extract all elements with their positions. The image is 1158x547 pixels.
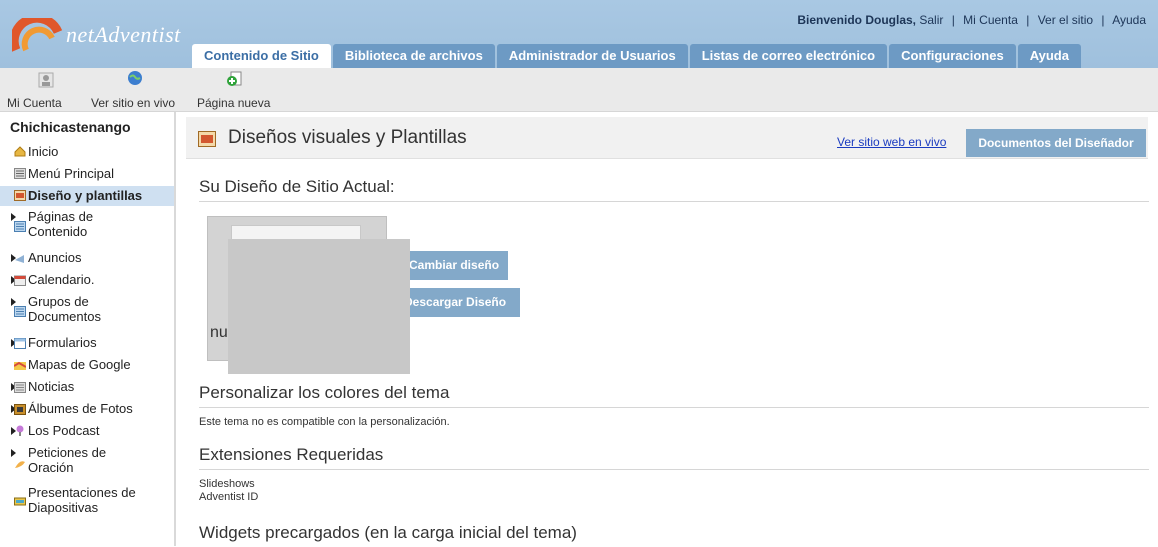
megaphone-icon	[15, 255, 24, 263]
my-account-link[interactable]: Mi Cuenta	[963, 13, 1018, 27]
sidebar-item-prayer-requests[interactable]: Peticiones de Oración	[0, 445, 174, 479]
user-bar: Bienvenido Douglas, Salir | Mi Cuenta | …	[797, 13, 1146, 27]
menu-icon	[14, 168, 26, 179]
tab-help[interactable]: Ayuda	[1017, 44, 1081, 68]
new-page-button[interactable]: Página nueva	[196, 68, 286, 112]
podcast-icon	[16, 425, 24, 436]
logo-arc-icon	[12, 18, 63, 52]
my-account-button[interactable]: Mi Cuenta	[0, 68, 88, 112]
sidebar-item-label: Álbumes de Fotos	[28, 401, 133, 416]
main-content: Diseños visuales y Plantillas Ver sitio …	[186, 112, 1158, 546]
customize-colors-heading: Personalizar los colores del tema	[199, 383, 1149, 408]
current-design-heading: Su Diseño de Sitio Actual:	[199, 177, 1149, 202]
tab-site-content[interactable]: Contenido de Sitio	[192, 44, 331, 68]
required-extensions-heading: Extensiones Requeridas	[199, 445, 1149, 470]
sidebar-item-slideshows[interactable]: Presentaciones de Diapositivas	[0, 485, 174, 519]
sidebar-item-label-line1: Páginas de	[28, 209, 94, 224]
designer-documents-button[interactable]: Documentos del Diseñador	[966, 129, 1146, 157]
sidebar-item-content-pages[interactable]: Páginas de Contenido	[0, 209, 174, 243]
forms-icon	[14, 338, 26, 349]
redacted-overlay	[228, 239, 410, 374]
sidebar-item-label-line2: Diapositivas	[28, 500, 99, 515]
sidebar-item-design[interactable]: Diseño y plantillas	[0, 186, 174, 206]
sidebar-item-document-groups[interactable]: Grupos de Documentos	[0, 294, 174, 328]
sidebar-item-label: Los Podcast	[28, 423, 100, 438]
view-live-button[interactable]: Ver sitio en vivo	[88, 68, 184, 112]
view-site-link[interactable]: Ver el sitio	[1038, 13, 1093, 27]
separator: |	[1101, 13, 1105, 27]
sidebar-item-podcasts[interactable]: Los Podcast	[0, 421, 174, 441]
toolbar: Mi Cuenta Ver sitio en vivo Página nueva	[0, 68, 1158, 112]
sidebar-item-label: Inicio	[28, 144, 59, 159]
sidebar-item-main-menu[interactable]: Menú Principal	[0, 164, 174, 184]
home-icon	[14, 146, 26, 157]
sidebar-item-label: Noticias	[28, 379, 75, 394]
my-account-label: Mi Cuenta	[7, 96, 62, 110]
tab-user-admin[interactable]: Administrador de Usuarios	[496, 44, 688, 68]
sidebar-item-news[interactable]: Noticias	[0, 377, 174, 397]
separator: |	[951, 13, 955, 27]
download-design-button[interactable]: Descargar Diseño	[402, 288, 520, 317]
tab-file-library[interactable]: Biblioteca de archivos	[332, 44, 495, 68]
page-title: Diseños visuales y Plantillas	[228, 127, 467, 148]
logo-text: netAdventist	[66, 22, 181, 47]
top-bar: netAdventist Bienvenido Douglas, Salir |…	[0, 0, 1158, 68]
calendar-icon	[14, 275, 26, 286]
photo-album-icon	[14, 404, 26, 415]
expand-arrow-icon[interactable]	[11, 449, 16, 457]
sidebar-item-announcements[interactable]: Anuncios	[0, 248, 174, 268]
customize-note: Este tema no es compatible con la person…	[199, 416, 450, 428]
separator: |	[1026, 13, 1030, 27]
change-design-button[interactable]: Cambiar diseño	[406, 251, 508, 280]
sidebar-item-label: Formularios	[28, 335, 97, 350]
sidebar-item-photo-albums[interactable]: Álbumes de Fotos	[0, 399, 174, 419]
sidebar-item-label-line1: Presentaciones de	[28, 485, 136, 500]
sidebar-item-label: Mapas de Google	[28, 357, 131, 372]
sidebar-item-label-line2: Contenido	[28, 224, 88, 239]
tab-mailing-lists[interactable]: Listas de correo electrónico	[689, 44, 888, 68]
sidebar-item-google-maps[interactable]: Mapas de Google	[0, 355, 174, 375]
view-live-label: Ver sitio en vivo	[91, 96, 176, 110]
prayer-icon	[15, 461, 25, 468]
welcome-text: Bienvenido Douglas,	[797, 13, 916, 27]
news-icon	[14, 382, 26, 393]
preloaded-widgets-heading: Widgets precargados (en la carga inicial…	[199, 523, 577, 542]
view-live-site-link[interactable]: Ver sitio web en vivo	[837, 135, 946, 149]
main-tabs: Contenido de Sitio Biblioteca de archivo…	[192, 44, 1083, 68]
sidebar: Chichicastenango Inicio Menú Principal D…	[0, 112, 176, 546]
sidebar-item-label-line1: Grupos de	[28, 294, 89, 309]
design-icon	[198, 131, 216, 147]
sidebar-item-label: Diseño y plantillas	[28, 188, 143, 203]
sidebar-item-home[interactable]: Inicio	[0, 142, 174, 162]
sidebar-item-forms[interactable]: Formularios	[0, 333, 174, 353]
extension-item: Adventist ID	[199, 491, 259, 503]
map-icon	[14, 361, 26, 370]
sidebar-item-label-line1: Peticiones de	[28, 445, 107, 460]
extension-item: Slideshows	[199, 478, 255, 490]
design-icon	[14, 190, 26, 201]
new-page-icon	[227, 71, 242, 86]
sidebar-item-label-line2: Oración	[28, 460, 74, 475]
globe-icon	[128, 71, 142, 85]
netadventist-logo[interactable]: netAdventist	[8, 12, 188, 52]
documents-icon	[14, 306, 26, 317]
sidebar-item-label: Calendario.	[28, 272, 95, 287]
slideshow-icon	[14, 497, 26, 506]
sidebar-item-calendar[interactable]: Calendario.	[0, 270, 174, 290]
logout-link[interactable]: Salir	[919, 13, 943, 27]
new-page-label: Página nueva	[197, 96, 271, 110]
sidebar-item-label: Menú Principal	[28, 166, 114, 181]
expand-arrow-icon[interactable]	[11, 213, 16, 221]
help-link[interactable]: Ayuda	[1112, 13, 1146, 27]
thumbnail-caption: nu	[210, 324, 228, 341]
sidebar-item-label-line2: Documentos	[28, 309, 101, 324]
site-title: Chichicastenango	[10, 119, 131, 135]
expand-arrow-icon[interactable]	[11, 298, 16, 306]
tab-settings[interactable]: Configuraciones	[889, 44, 1016, 68]
pages-icon	[14, 221, 26, 232]
page-header: Diseños visuales y Plantillas Ver sitio …	[186, 117, 1148, 159]
sidebar-item-label: Anuncios	[28, 250, 82, 265]
user-icon	[38, 72, 54, 88]
